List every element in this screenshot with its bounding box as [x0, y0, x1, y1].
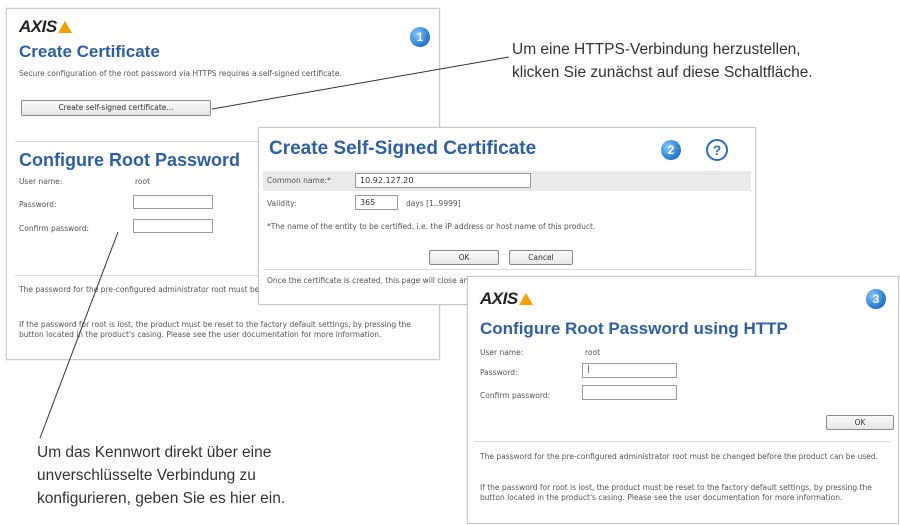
caption-line: unverschlüsselte Verbindung zu: [37, 467, 256, 484]
caption-line: Um eine HTTPS-Verbindung herzustellen,: [512, 41, 801, 58]
https-instruction-caption: Um eine HTTPS-Verbindung herzustellen, k…: [512, 38, 813, 84]
caption-line: klicken Sie zunächst auf diese Schaltflä…: [512, 64, 813, 81]
http-instruction-caption: Um das Kennwort direkt über eine unversc…: [37, 441, 285, 510]
caption-line: Um das Kennwort direkt über eine: [37, 444, 272, 461]
caption-line: konfigurieren, geben Sie es hier ein.: [37, 490, 286, 507]
